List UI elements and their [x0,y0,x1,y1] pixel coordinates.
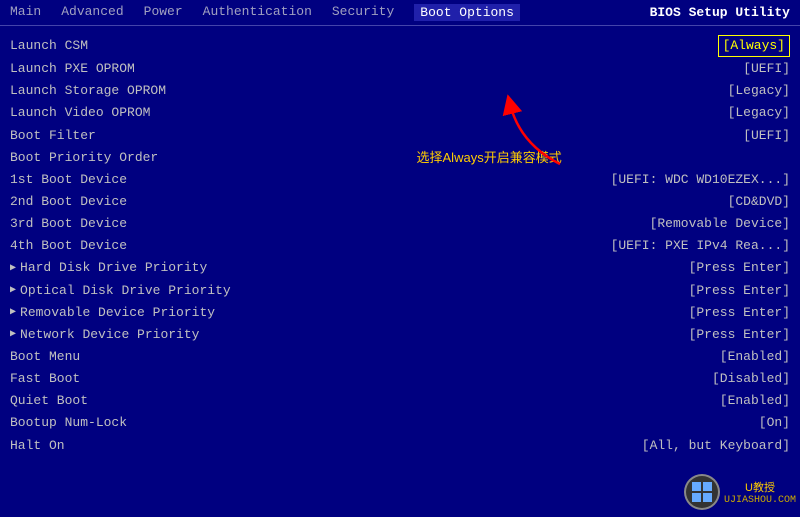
menu-security[interactable]: Security [332,4,394,21]
label-4th-boot: 4th Boot Device [10,236,127,256]
value-boot-filter: [UEFI] [743,126,790,146]
menu-advanced[interactable]: Advanced [61,4,123,21]
row-halt-on[interactable]: Halt On [All, but Keyboard] [10,435,790,457]
menu-authentication[interactable]: Authentication [203,4,312,21]
label-odd-priority: Optical Disk Drive Priority [10,281,231,301]
value-launch-csm: [Always] [718,35,790,57]
value-fast-boot: [Disabled] [712,369,790,389]
row-bootup-numlock[interactable]: Bootup Num-Lock [On] [10,412,790,434]
label-launch-storage: Launch Storage OPROM [10,81,166,101]
watermark: U教授 UJIASHOU.COM [680,467,800,517]
label-quiet-boot: Quiet Boot [10,391,88,411]
watermark-text: U教授 UJIASHOU.COM [724,479,796,506]
row-fast-boot[interactable]: Fast Boot [Disabled] [10,368,790,390]
value-odd-priority: [Press Enter] [689,281,790,301]
label-launch-pxe: Launch PXE OPROM [10,59,135,79]
value-removable-priority: [Press Enter] [689,303,790,323]
row-launch-storage[interactable]: Launch Storage OPROM [Legacy] [10,80,790,102]
row-boot-menu[interactable]: Boot Menu [Enabled] [10,346,790,368]
value-network-priority: [Press Enter] [689,325,790,345]
row-boot-priority-order[interactable]: Boot Priority Order 选择Always开启兼容模式 [10,147,790,169]
row-removable-priority[interactable]: Removable Device Priority [Press Enter] [10,302,790,324]
menu-items: Main Advanced Power Authentication Secur… [10,4,520,21]
value-1st-boot: [UEFI: WDC WD10EZEX...] [611,170,790,190]
label-network-priority: Network Device Priority [10,325,199,345]
value-launch-pxe: [UEFI] [743,59,790,79]
value-4th-boot: [UEFI: PXE IPv4 Rea...] [611,236,790,256]
watermark-cn: U教授 [745,479,775,495]
label-boot-filter: Boot Filter [10,126,96,146]
row-boot-filter[interactable]: Boot Filter [UEFI] [10,125,790,147]
main-content: Launch CSM [Always] Launch PXE OPROM [UE… [0,26,800,513]
label-launch-video: Launch Video OPROM [10,103,150,123]
row-quiet-boot[interactable]: Quiet Boot [Enabled] [10,390,790,412]
label-3rd-boot: 3rd Boot Device [10,214,127,234]
row-launch-pxe[interactable]: Launch PXE OPROM [UEFI] [10,58,790,80]
row-hdd-priority[interactable]: Hard Disk Drive Priority [Press Enter] [10,257,790,279]
label-fast-boot: Fast Boot [10,369,80,389]
row-1st-boot[interactable]: 1st Boot Device [UEFI: WDC WD10EZEX...] [10,169,790,191]
row-3rd-boot[interactable]: 3rd Boot Device [Removable Device] [10,213,790,235]
value-3rd-boot: [Removable Device] [650,214,790,234]
row-network-priority[interactable]: Network Device Priority [Press Enter] [10,324,790,346]
label-launch-csm: Launch CSM [10,36,88,56]
label-hdd-priority: Hard Disk Drive Priority [10,258,207,278]
value-boot-menu: [Enabled] [720,347,790,367]
menu-bar: Main Advanced Power Authentication Secur… [0,0,800,26]
label-removable-priority: Removable Device Priority [10,303,215,323]
annotation-arrow [500,94,580,178]
value-2nd-boot: [CD&DVD] [728,192,790,212]
label-boot-priority-order: Boot Priority Order [10,148,158,168]
watermark-en: UJIASHOU.COM [724,495,796,506]
menu-main[interactable]: Main [10,4,41,21]
menu-power[interactable]: Power [144,4,183,21]
value-halt-on: [All, but Keyboard] [642,436,790,456]
label-2nd-boot: 2nd Boot Device [10,192,127,212]
value-launch-video: [Legacy] [728,103,790,123]
row-odd-priority[interactable]: Optical Disk Drive Priority [Press Enter… [10,280,790,302]
row-launch-video[interactable]: Launch Video OPROM [Legacy] [10,102,790,124]
value-launch-storage: [Legacy] [728,81,790,101]
menu-boot-options[interactable]: Boot Options [414,4,520,21]
label-bootup-numlock: Bootup Num-Lock [10,413,127,433]
label-1st-boot: 1st Boot Device [10,170,127,190]
label-boot-menu: Boot Menu [10,347,80,367]
value-quiet-boot: [Enabled] [720,391,790,411]
value-bootup-numlock: [On] [759,413,790,433]
value-hdd-priority: [Press Enter] [689,258,790,278]
row-2nd-boot[interactable]: 2nd Boot Device [CD&DVD] [10,191,790,213]
row-launch-csm[interactable]: Launch CSM [Always] [10,34,790,58]
label-halt-on: Halt On [10,436,65,456]
row-4th-boot[interactable]: 4th Boot Device [UEFI: PXE IPv4 Rea...] [10,235,790,257]
watermark-logo [684,474,720,510]
bios-title: BIOS Setup Utility [650,5,790,20]
